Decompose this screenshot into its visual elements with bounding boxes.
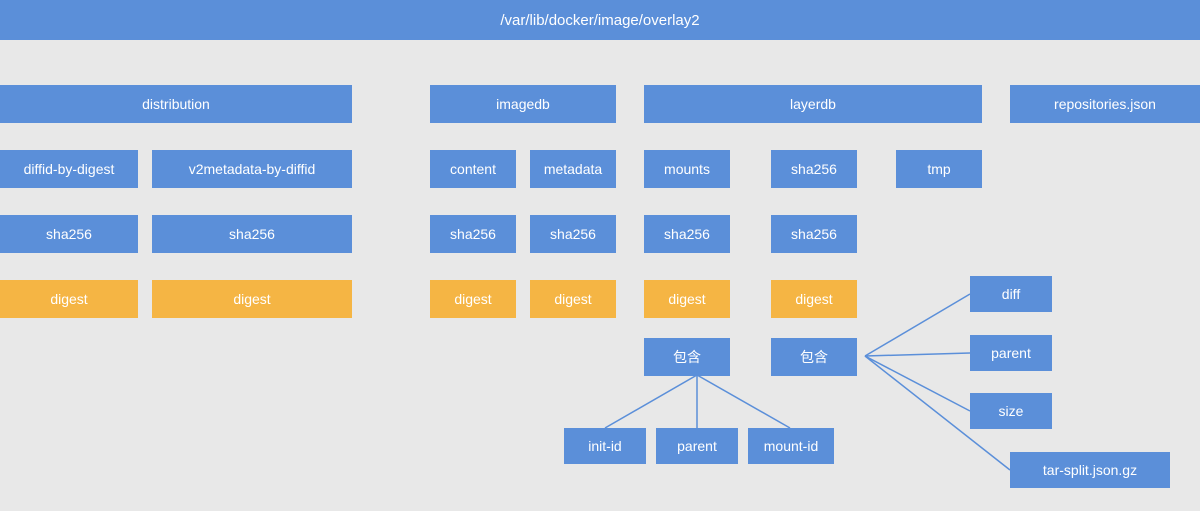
dir-tmp: tmp — [896, 150, 982, 188]
dir-sha256-layerdb-right: sha256 — [771, 215, 857, 253]
contains-mounts: 包含 — [644, 338, 730, 376]
dir-sha256-layerdb-left: sha256 — [644, 215, 730, 253]
dir-metadata: metadata — [530, 150, 616, 188]
digest-imagedb-left: digest — [430, 280, 516, 318]
digest-layerdb-right: digest — [771, 280, 857, 318]
root-path: /var/lib/docker/image/overlay2 — [0, 0, 1200, 40]
dir-sha256-imagedb-right: sha256 — [530, 215, 616, 253]
file-parent-sha256: parent — [970, 335, 1052, 371]
dir-distribution: distribution — [0, 85, 352, 123]
dir-sha256-dist-right: sha256 — [152, 215, 352, 253]
file-size: size — [970, 393, 1052, 429]
digest-dist-left: digest — [0, 280, 138, 318]
dir-layerdb: layerdb — [644, 85, 982, 123]
file-tar-split: tar-split.json.gz — [1010, 452, 1170, 488]
dir-imagedb: imagedb — [430, 85, 616, 123]
digest-layerdb-left: digest — [644, 280, 730, 318]
dir-sha256-dist-left: sha256 — [0, 215, 138, 253]
file-init-id: init-id — [564, 428, 646, 464]
dir-v2metadata-by-diffid: v2metadata-by-diffid — [152, 150, 352, 188]
dir-sha256-imagedb-left: sha256 — [430, 215, 516, 253]
digest-dist-right: digest — [152, 280, 352, 318]
file-diff: diff — [970, 276, 1052, 312]
dir-sha256-header: sha256 — [771, 150, 857, 188]
digest-imagedb-right: digest — [530, 280, 616, 318]
dir-content: content — [430, 150, 516, 188]
dir-diffid-by-digest: diffid-by-digest — [0, 150, 138, 188]
file-mount-id: mount-id — [748, 428, 834, 464]
file-repositories-json: repositories.json — [1010, 85, 1200, 123]
dir-mounts: mounts — [644, 150, 730, 188]
file-parent-mounts: parent — [656, 428, 738, 464]
contains-sha256: 包含 — [771, 338, 857, 376]
